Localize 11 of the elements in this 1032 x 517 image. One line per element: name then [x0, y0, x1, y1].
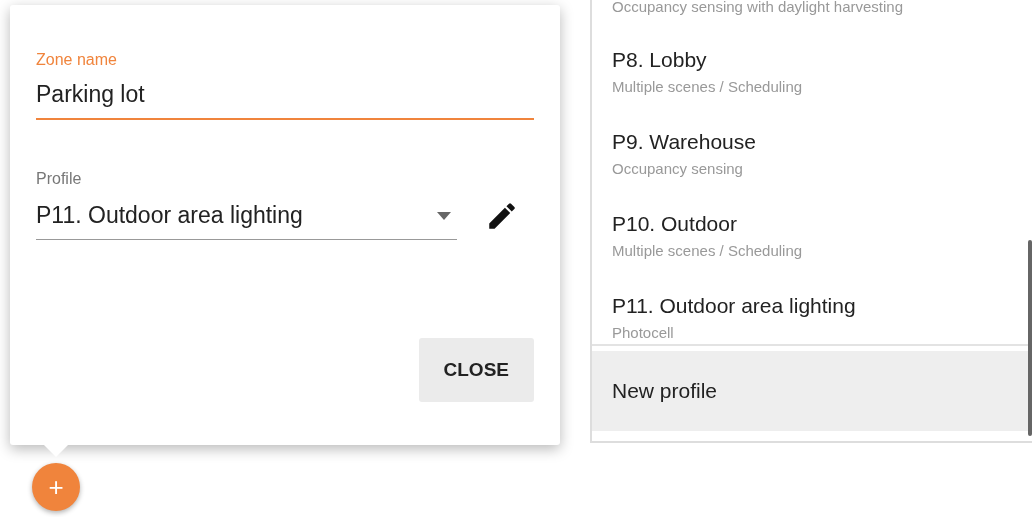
zone-name-field[interactable]: Parking lot: [36, 69, 534, 120]
profile-option[interactable]: P10. Outdoor Multiple scenes / Scheduling: [592, 200, 1032, 282]
profile-description: Occupancy sensing with daylight harvesting: [611, 0, 903, 14]
scrollbar[interactable]: [1028, 240, 1032, 436]
close-button[interactable]: CLOSE: [418, 338, 534, 402]
field-label: Zone name: [36, 51, 117, 69]
field-label: Profile: [36, 170, 82, 188]
caret-icon: [437, 211, 451, 220]
profile-option[interactable]: P8. Lobby Multiple scenes / Scheduling: [592, 36, 1032, 118]
profile-option[interactable]: P9. Warehouse Occupancy sensing: [592, 118, 1032, 200]
profile-dropdown[interactable]: P11. Outdoor area lighting: [36, 192, 457, 240]
